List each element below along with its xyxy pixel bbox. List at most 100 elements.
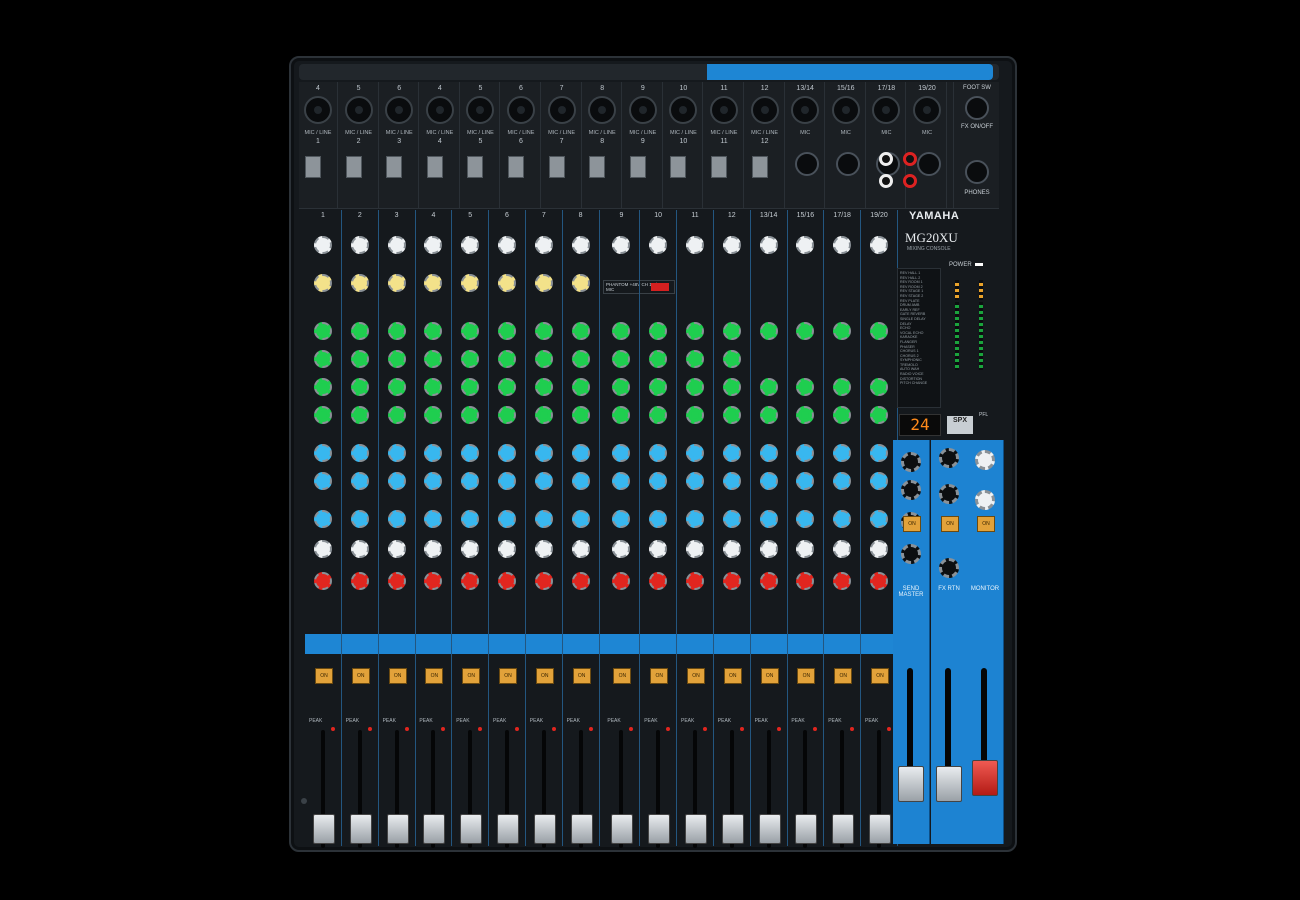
green-knob[interactable] <box>833 378 852 396</box>
yellow-knob[interactable] <box>387 274 406 292</box>
xlr-combo-jack[interactable] <box>831 96 860 124</box>
green-knob[interactable] <box>571 350 590 368</box>
green-knob[interactable] <box>387 350 406 368</box>
on-button[interactable]: ON <box>871 668 889 684</box>
white-knob[interactable] <box>722 236 741 254</box>
on-button[interactable]: ON <box>462 668 481 684</box>
channel-fader[interactable] <box>758 814 781 844</box>
green-knob[interactable] <box>498 350 516 368</box>
white-knob[interactable] <box>649 236 668 254</box>
red-knob[interactable] <box>424 572 443 590</box>
master-knob[interactable] <box>939 448 959 468</box>
green-knob[interactable] <box>759 378 778 396</box>
master-knob[interactable] <box>901 452 921 472</box>
blue-knob[interactable] <box>461 472 480 490</box>
red-knob[interactable] <box>350 572 369 590</box>
master-knob[interactable] <box>901 544 921 564</box>
green-knob[interactable] <box>649 322 668 340</box>
white-knob[interactable] <box>461 540 480 558</box>
white-knob[interactable] <box>571 540 590 558</box>
blue-knob[interactable] <box>833 472 852 490</box>
pad-switch[interactable] <box>305 156 321 178</box>
green-knob[interactable] <box>534 406 553 424</box>
channel-fader[interactable] <box>685 814 707 844</box>
green-knob[interactable] <box>649 350 668 368</box>
pad-switch[interactable] <box>345 156 362 178</box>
green-knob[interactable] <box>686 406 704 424</box>
pad-switch[interactable] <box>467 156 484 178</box>
pad-switch[interactable] <box>589 156 606 178</box>
green-knob[interactable] <box>796 322 815 340</box>
blue-knob[interactable] <box>870 444 888 462</box>
xlr-combo-jack[interactable] <box>588 96 617 124</box>
blue-knob[interactable] <box>833 510 852 528</box>
yellow-knob[interactable] <box>314 274 332 292</box>
white-knob[interactable] <box>498 540 516 558</box>
green-knob[interactable] <box>461 406 480 424</box>
rca-jack-red-2[interactable] <box>903 174 917 188</box>
channel-fader[interactable] <box>611 814 634 844</box>
green-knob[interactable] <box>686 350 704 368</box>
white-knob[interactable] <box>612 236 631 254</box>
white-knob[interactable] <box>649 540 668 558</box>
red-knob[interactable] <box>461 572 480 590</box>
white-knob[interactable] <box>833 236 852 254</box>
blue-knob[interactable] <box>759 510 778 528</box>
blue-knob[interactable] <box>387 510 406 528</box>
red-knob[interactable] <box>387 572 406 590</box>
channel-fader[interactable] <box>869 814 891 844</box>
blue-knob[interactable] <box>387 472 406 490</box>
on-button[interactable]: ON <box>388 668 407 684</box>
channel-fader[interactable] <box>533 814 556 844</box>
master-knob[interactable] <box>901 480 921 500</box>
blue-knob[interactable] <box>612 472 631 490</box>
green-knob[interactable] <box>534 322 553 340</box>
on-button[interactable]: ON <box>351 668 370 684</box>
blue-knob[interactable] <box>534 444 553 462</box>
green-knob[interactable] <box>424 378 443 396</box>
green-knob[interactable] <box>387 378 406 396</box>
blue-knob[interactable] <box>722 444 741 462</box>
pad-switch[interactable] <box>629 156 646 178</box>
on-button[interactable]: ON <box>797 668 816 684</box>
white-knob[interactable] <box>534 540 553 558</box>
on-button[interactable]: ON <box>687 668 705 684</box>
blue-knob[interactable] <box>833 444 852 462</box>
blue-knob[interactable] <box>796 510 815 528</box>
master-knob[interactable] <box>939 558 959 578</box>
red-knob[interactable] <box>498 572 516 590</box>
white-knob[interactable] <box>759 540 778 558</box>
white-knob[interactable] <box>571 236 590 254</box>
xlr-combo-jack[interactable] <box>547 96 576 124</box>
pad-switch[interactable] <box>508 156 524 178</box>
master-on-button[interactable]: ON <box>977 516 995 532</box>
xlr-combo-jack[interactable] <box>344 96 373 124</box>
channel-fader[interactable] <box>570 814 593 844</box>
green-knob[interactable] <box>571 322 590 340</box>
channel-fader[interactable] <box>460 814 483 844</box>
green-knob[interactable] <box>314 350 332 368</box>
green-knob[interactable] <box>759 406 778 424</box>
white-knob[interactable] <box>314 236 332 254</box>
master-knob[interactable] <box>939 484 959 504</box>
white-knob[interactable] <box>424 236 443 254</box>
green-knob[interactable] <box>314 406 332 424</box>
channel-fader[interactable] <box>832 814 855 844</box>
green-knob[interactable] <box>424 406 443 424</box>
green-knob[interactable] <box>461 350 480 368</box>
blue-knob[interactable] <box>686 444 704 462</box>
blue-knob[interactable] <box>461 510 480 528</box>
green-knob[interactable] <box>722 350 741 368</box>
white-knob[interactable] <box>461 236 480 254</box>
green-knob[interactable] <box>870 406 888 424</box>
green-knob[interactable] <box>498 406 516 424</box>
green-knob[interactable] <box>722 322 741 340</box>
on-button[interactable]: ON <box>723 668 742 684</box>
red-knob[interactable] <box>571 572 590 590</box>
pad-switch[interactable] <box>711 156 727 178</box>
green-knob[interactable] <box>350 406 369 424</box>
blue-knob[interactable] <box>571 444 590 462</box>
blue-knob[interactable] <box>759 444 778 462</box>
xlr-combo-jack[interactable] <box>466 96 495 124</box>
green-knob[interactable] <box>649 406 668 424</box>
